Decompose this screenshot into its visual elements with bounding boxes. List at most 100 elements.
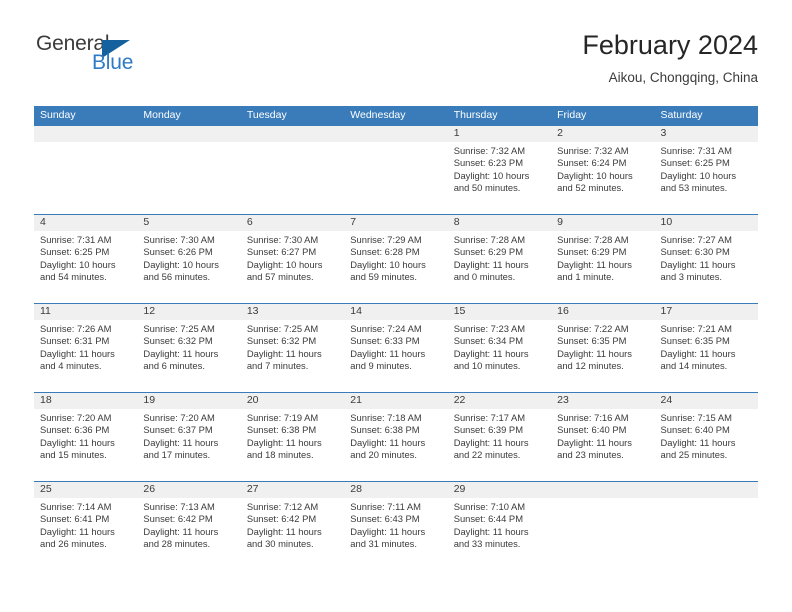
day-detail-line: Sunset: 6:35 PM <box>660 335 730 347</box>
day-cell-1[interactable]: Sunrise: 7:32 AM Sunset: 6:23 PM Daylight:… <box>448 142 551 214</box>
day-detail-line: and 3 minutes. <box>660 271 723 283</box>
day-cell-19[interactable]: Sunrise: 7:20 AM Sunset: 6:37 PM Daylight:… <box>137 409 240 481</box>
day-cell-8[interactable]: Sunrise: 7:28 AM Sunset: 6:29 PM Daylight:… <box>448 231 551 303</box>
day-detail-line: Sunset: 6:29 PM <box>453 246 523 258</box>
day-cell-18[interactable]: Sunrise: 7:20 AM Sunset: 6:36 PM Daylight:… <box>34 409 137 481</box>
day-detail-line: Sunset: 6:27 PM <box>246 246 317 258</box>
day-cell-26[interactable]: Sunrise: 7:13 AM Sunset: 6:42 PM Daylight:… <box>137 498 240 570</box>
weekday-header-monday: Monday <box>143 109 181 121</box>
day-number-11[interactable]: 11 <box>34 303 137 320</box>
day-detail-line: Daylight: 11 hours <box>40 347 115 359</box>
day-detail-line: Sunset: 6:38 PM <box>246 424 317 436</box>
day-cell-4[interactable]: Sunrise: 7:31 AM Sunset: 6:25 PM Daylight:… <box>34 231 137 303</box>
day-detail-line: Daylight: 10 hours <box>453 169 530 181</box>
day-number-12[interactable]: 12 <box>137 303 240 320</box>
calendar-week-row: 1 2 3 Sunrise: 7:32 AM Sunset: 6:23 PM Daylig… <box>34 125 758 214</box>
day-detail-line: and 59 minutes. <box>350 271 417 283</box>
day-number-23[interactable]: 23 <box>551 392 654 409</box>
date-number-band: 11 12 13 14 15 16 17 <box>34 303 758 320</box>
day-number-14[interactable]: 14 <box>344 303 447 320</box>
day-number-20[interactable]: 20 <box>241 392 344 409</box>
day-number-8[interactable]: 8 <box>448 214 551 231</box>
day-cell-29[interactable]: Sunrise: 7:10 AM Sunset: 6:44 PM Daylight:… <box>448 498 551 570</box>
brand-logo[interactable]: General Blue <box>34 30 264 86</box>
day-cell-13[interactable]: Sunrise: 7:25 AM Sunset: 6:32 PM Daylight:… <box>241 320 344 392</box>
day-number-29[interactable]: 29 <box>448 481 551 498</box>
day-detail-line: Sunrise: 7:16 AM <box>557 412 629 423</box>
day-number-28[interactable]: 28 <box>344 481 447 498</box>
day-cell-28[interactable]: Sunrise: 7:11 AM Sunset: 6:43 PM Daylight:… <box>344 498 447 570</box>
day-number-15[interactable]: 15 <box>448 303 551 320</box>
day-detail-line: Sunset: 6:44 PM <box>453 513 523 525</box>
day-detail-line: Sunrise: 7:19 AM <box>246 412 319 423</box>
day-cell-24[interactable]: Sunrise: 7:15 AM Sunset: 6:40 PM Daylight:… <box>655 409 758 481</box>
day-cell-27[interactable]: Sunrise: 7:12 AM Sunset: 6:42 PM Daylight:… <box>241 498 344 570</box>
day-number-3[interactable]: 3 <box>655 125 758 142</box>
day-detail-line: Daylight: 10 hours <box>40 258 116 270</box>
day-number-4[interactable]: 4 <box>34 214 137 231</box>
day-detail-line: Sunset: 6:42 PM <box>143 513 213 525</box>
day-detail-line: Sunset: 6:32 PM <box>143 335 213 347</box>
day-number-24[interactable]: 24 <box>655 392 758 409</box>
day-cell-25[interactable]: Sunrise: 7:14 AM Sunset: 6:41 PM Daylight:… <box>34 498 137 570</box>
day-number-21[interactable]: 21 <box>344 392 447 409</box>
day-detail-line: Sunrise: 7:29 AM <box>350 234 422 245</box>
day-detail-line: Sunset: 6:39 PM <box>453 424 523 436</box>
day-cell-3[interactable]: Sunrise: 7:31 AM Sunset: 6:25 PM Daylight:… <box>655 142 758 214</box>
day-detail-line: and 6 minutes. <box>143 360 205 372</box>
day-cell-5[interactable]: Sunrise: 7:30 AM Sunset: 6:26 PM Daylight:… <box>137 231 240 303</box>
weekday-header-saturday: Saturday <box>660 109 703 121</box>
day-detail-line: and 53 minutes. <box>660 182 728 194</box>
day-cell-2[interactable]: Sunrise: 7:32 AM Sunset: 6:24 PM Daylight:… <box>551 142 654 214</box>
day-number-10[interactable]: 10 <box>655 214 758 231</box>
day-detail-band: Sunrise: 7:26 AM Sunset: 6:31 PM Daylight:… <box>34 320 758 392</box>
day-detail-line: Sunrise: 7:31 AM <box>660 145 732 156</box>
day-cell-6[interactable]: Sunrise: 7:30 AM Sunset: 6:27 PM Daylight:… <box>241 231 344 303</box>
day-cell-16[interactable]: Sunrise: 7:22 AM Sunset: 6:35 PM Daylight:… <box>551 320 654 392</box>
date-number-band: 25 26 27 28 29 <box>34 481 758 498</box>
day-number-13[interactable]: 13 <box>241 303 344 320</box>
day-cell-7[interactable]: Sunrise: 7:29 AM Sunset: 6:28 PM Daylight:… <box>344 231 447 303</box>
day-number-18[interactable]: 18 <box>34 392 137 409</box>
day-cell-11[interactable]: Sunrise: 7:26 AM Sunset: 6:31 PM Daylight:… <box>34 320 137 392</box>
day-number-empty <box>34 125 137 142</box>
day-number-25[interactable]: 25 <box>34 481 137 498</box>
day-detail-line: Daylight: 11 hours <box>453 347 529 359</box>
day-number-7[interactable]: 7 <box>344 214 447 231</box>
day-number-9[interactable]: 9 <box>551 214 654 231</box>
day-number-5[interactable]: 5 <box>137 214 240 231</box>
day-number-17[interactable]: 17 <box>655 303 758 320</box>
day-cell-14[interactable]: Sunrise: 7:24 AM Sunset: 6:33 PM Daylight:… <box>344 320 447 392</box>
day-number-1[interactable]: 1 <box>448 125 551 142</box>
day-number-27[interactable]: 27 <box>241 481 344 498</box>
day-cell-23[interactable]: Sunrise: 7:16 AM Sunset: 6:40 PM Daylight:… <box>551 409 654 481</box>
day-number-16[interactable]: 16 <box>551 303 654 320</box>
day-cell-empty <box>344 142 447 214</box>
day-number-19[interactable]: 19 <box>137 392 240 409</box>
day-cell-20[interactable]: Sunrise: 7:19 AM Sunset: 6:38 PM Daylight:… <box>241 409 344 481</box>
calendar-grid: Sunday Monday Tuesday Wednesday Thursday Frid… <box>34 106 758 570</box>
day-detail-line: Daylight: 11 hours <box>143 347 219 359</box>
day-cell-17[interactable]: Sunrise: 7:21 AM Sunset: 6:35 PM Daylight:… <box>655 320 758 392</box>
day-detail-line: Daylight: 11 hours <box>40 436 115 448</box>
day-detail-line: Sunrise: 7:20 AM <box>40 412 112 423</box>
day-cell-12[interactable]: Sunrise: 7:25 AM Sunset: 6:32 PM Daylight:… <box>137 320 240 392</box>
day-cell-22[interactable]: Sunrise: 7:17 AM Sunset: 6:39 PM Daylight:… <box>448 409 551 481</box>
day-detail-line: Sunset: 6:24 PM <box>557 157 627 169</box>
day-number-22[interactable]: 22 <box>448 392 551 409</box>
day-detail-line: Sunrise: 7:26 AM <box>40 323 112 334</box>
day-detail-line: and 28 minutes. <box>143 538 211 550</box>
day-detail-line: Sunset: 6:42 PM <box>246 513 317 525</box>
day-cell-21[interactable]: Sunrise: 7:18 AM Sunset: 6:38 PM Daylight:… <box>344 409 447 481</box>
day-detail-line: Sunrise: 7:12 AM <box>246 501 319 512</box>
day-number-6[interactable]: 6 <box>241 214 344 231</box>
day-cell-9[interactable]: Sunrise: 7:28 AM Sunset: 6:29 PM Daylight:… <box>551 231 654 303</box>
day-detail-line: and 4 minutes. <box>40 360 102 372</box>
day-cell-10[interactable]: Sunrise: 7:27 AM Sunset: 6:30 PM Daylight:… <box>655 231 758 303</box>
day-number-26[interactable]: 26 <box>137 481 240 498</box>
brand-name-blue: Blue <box>92 51 134 74</box>
day-cell-15[interactable]: Sunrise: 7:23 AM Sunset: 6:34 PM Daylight:… <box>448 320 551 392</box>
day-detail-line: Daylight: 11 hours <box>453 436 529 448</box>
title-block: February 2024 Aikou, Chongqing, China <box>582 28 758 88</box>
day-number-2[interactable]: 2 <box>551 125 654 142</box>
